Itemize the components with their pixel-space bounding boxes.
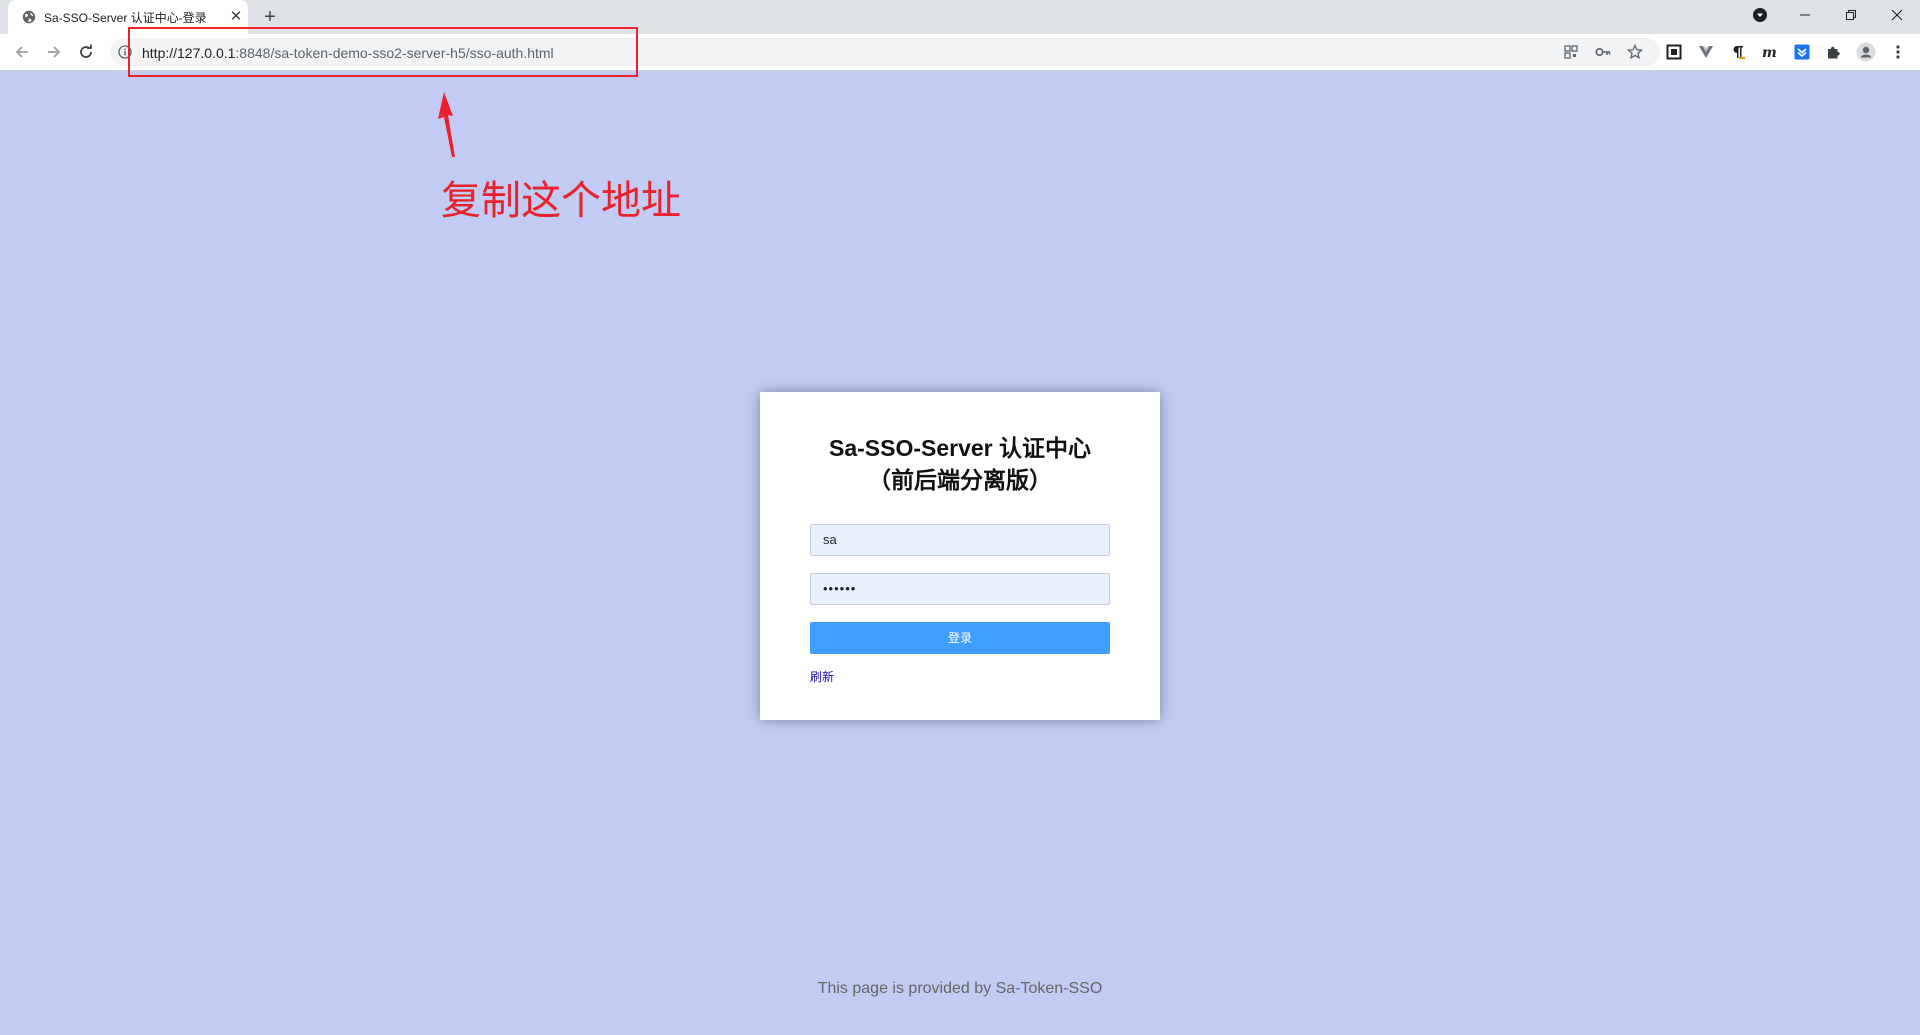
refresh-link[interactable]: 刷新 (810, 668, 834, 685)
username-input[interactable]: sa (810, 524, 1110, 556)
profile-menu-icon[interactable] (1737, 0, 1783, 30)
reload-icon[interactable] (74, 40, 98, 64)
profile-icon[interactable] (1856, 42, 1876, 62)
new-tab-button[interactable]: + (258, 5, 282, 29)
star-icon[interactable] (1626, 43, 1644, 61)
login-title-line2: （前后端分离版） (868, 467, 1052, 493)
login-title-line1: Sa-SSO-Server 认证中心 (828, 435, 1092, 461)
url-highlight-box (128, 27, 638, 77)
close-tab-icon[interactable]: ✕ (226, 6, 246, 26)
login-title: Sa-SSO-Server 认证中心 （前后端分离版） (760, 432, 1160, 496)
globe-icon (22, 10, 36, 24)
tab-title: Sa-SSO-Server 认证中心-登录 (44, 11, 207, 25)
key-icon[interactable] (1594, 43, 1612, 61)
qr-code-icon[interactable] (1562, 43, 1580, 61)
annotation-arrow (438, 92, 455, 157)
download-extension-icon[interactable] (1792, 42, 1812, 62)
annotation-text: 复制这个地址 (441, 178, 681, 224)
vue-devtools-icon[interactable] (1696, 42, 1716, 62)
arrow-right-icon[interactable] (42, 40, 66, 64)
puzzle-icon[interactable] (1824, 42, 1844, 62)
pilcrow-icon[interactable] (1728, 42, 1748, 62)
minimize-icon[interactable] (1782, 0, 1828, 30)
m-extension-icon[interactable]: m (1760, 42, 1780, 62)
login-card: Sa-SSO-Server 认证中心 （前后端分离版） sa •••••• 登录… (760, 392, 1160, 720)
restore-icon[interactable] (1828, 0, 1874, 30)
close-window-icon[interactable] (1874, 0, 1920, 30)
extension-square-icon[interactable] (1664, 42, 1684, 62)
page-footer: This page is provided by Sa-Token-SSO (817, 980, 1103, 997)
arrow-left-icon[interactable] (10, 40, 34, 64)
password-input[interactable]: •••••• (810, 573, 1110, 605)
kebab-menu-icon[interactable] (1888, 42, 1908, 62)
login-button[interactable]: 登录 (810, 622, 1110, 654)
svg-text:m: m (1762, 45, 1777, 59)
